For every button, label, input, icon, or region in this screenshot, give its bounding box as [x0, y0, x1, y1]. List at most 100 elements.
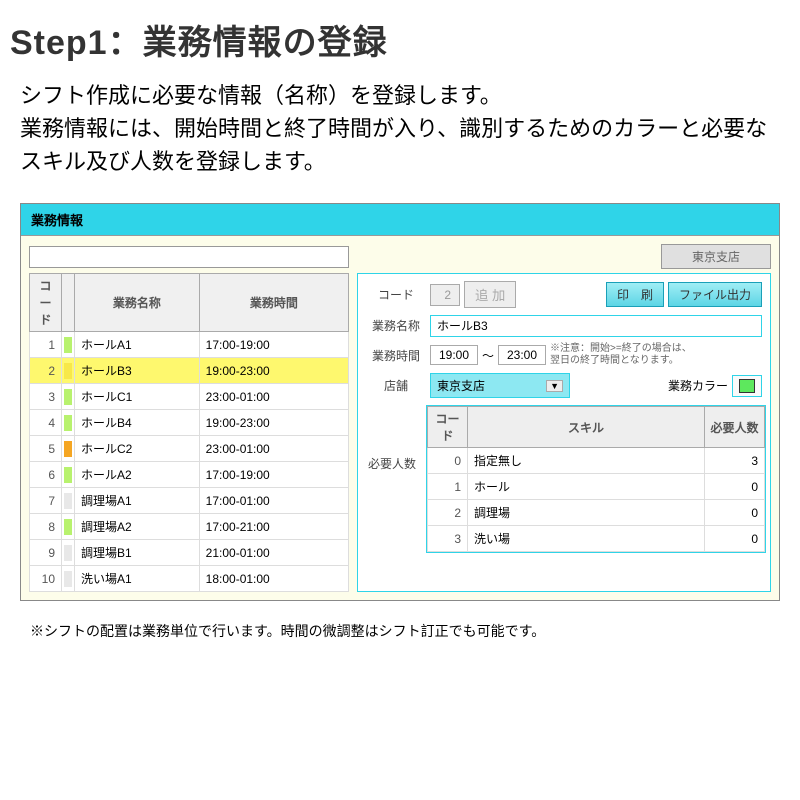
table-row[interactable]: 10 洗い場A118:00-01:00 — [30, 566, 349, 592]
cell-color — [62, 358, 75, 384]
window-title: 業務情報 — [21, 204, 779, 236]
row-store: 店舗 東京支店 ▼ 業務カラー — [362, 370, 766, 401]
cell-color — [62, 514, 75, 540]
table-row[interactable]: 7調理場A117:00-01:00 — [30, 488, 349, 514]
skill-row[interactable]: 0指定無し3 — [428, 448, 765, 474]
store-select-value: 東京支店 — [437, 377, 485, 394]
page-title: Step1：業務情報の登録 — [0, 0, 800, 74]
table-row[interactable]: 6ホールA217:00-19:00 — [30, 462, 349, 488]
label-code: コード — [366, 283, 426, 306]
col-name: 業務名称 — [75, 274, 200, 332]
left-panel: コード 業務名称 業務時間 1ホールA117:00-19:002ホールB319:… — [29, 273, 349, 592]
skill-cell-name: 洗い場 — [468, 526, 705, 552]
store-select[interactable]: 東京支店 ▼ — [430, 373, 570, 398]
table-row[interactable]: 9調理場B121:00-01:00 — [30, 540, 349, 566]
cell-time: 17:00-21:00 — [199, 514, 348, 540]
footer-note: ※シフトの配置は業務単位で行います。時間の微調整はシフト訂正でも可能です。 — [0, 601, 800, 661]
table-row[interactable]: 3ホールC123:00-01:00 — [30, 384, 349, 410]
cell-color — [62, 332, 75, 358]
skill-row[interactable]: 2調理場0 — [428, 500, 765, 526]
time-separator: ～ — [482, 347, 494, 364]
skill-cell-code: 3 — [428, 526, 468, 552]
cell-color — [62, 436, 75, 462]
label-name: 業務名称 — [366, 314, 426, 337]
file-output-button[interactable]: ファイル出力 — [668, 282, 762, 307]
row-skill: 必要人数 コード スキル 必要人数 0指定無し31ホール02調理場03洗い場0 — [362, 405, 766, 553]
cell-color — [62, 540, 75, 566]
skill-row[interactable]: 3洗い場0 — [428, 526, 765, 552]
label-color: 業務カラー — [668, 377, 728, 394]
cell-code: 10 — [30, 566, 62, 592]
cell-name: 調理場A1 — [75, 488, 200, 514]
cell-name: ホールA2 — [75, 462, 200, 488]
app-window: 業務情報 東京支店 コード 業務名称 業務時間 1ホールA117:00-19:0… — [20, 203, 780, 601]
skill-cell-count: 0 — [705, 474, 765, 500]
cell-name: ホールB4 — [75, 410, 200, 436]
title-main: 業務情報の登録 — [143, 24, 388, 62]
color-picker[interactable] — [732, 375, 762, 397]
cell-name: ホールA1 — [75, 332, 200, 358]
cell-color — [62, 566, 75, 592]
cell-code: 4 — [30, 410, 62, 436]
label-store: 店舗 — [366, 374, 426, 397]
cell-code: 2 — [30, 358, 62, 384]
cell-color — [62, 410, 75, 436]
cell-name: ホールC1 — [75, 384, 200, 410]
cell-code: 5 — [30, 436, 62, 462]
label-time: 業務時間 — [366, 344, 426, 367]
table-row[interactable]: 5 ホールC223:00-01:00 — [30, 436, 349, 462]
desc-line2: 業務情報には、開始時間と終了時間が入り、識別するためのカラーと必要なスキル及び人… — [20, 112, 780, 178]
name-input[interactable] — [430, 315, 762, 337]
cell-time: 19:00-23:00 — [199, 358, 348, 384]
time-start-input[interactable] — [430, 345, 478, 365]
cell-color — [62, 384, 75, 410]
content-area: コード 業務名称 業務時間 1ホールA117:00-19:002ホールB319:… — [21, 273, 779, 600]
skill-col-skill: スキル — [468, 407, 705, 448]
cell-time: 18:00-01:00 — [199, 566, 348, 592]
cell-time: 23:00-01:00 — [199, 384, 348, 410]
skill-cell-name: 調理場 — [468, 500, 705, 526]
col-code: コード — [30, 274, 62, 332]
cell-code: 9 — [30, 540, 62, 566]
skill-cell-name: ホール — [468, 474, 705, 500]
row-code: コード 2 追 加 印 刷 ファイル出力 — [362, 278, 766, 311]
search-input[interactable] — [29, 246, 349, 268]
skill-row[interactable]: 1ホール0 — [428, 474, 765, 500]
row-time: 業務時間 ～ ※注意：開始>=終了の場合は、 翌日の終了時間となります。 — [362, 340, 766, 370]
cell-name: 洗い場A1 — [75, 566, 200, 592]
description: シフト作成に必要な情報（名称）を登録します。 業務情報には、開始時間と終了時間が… — [0, 74, 800, 193]
cell-name: ホールB3 — [75, 358, 200, 384]
cell-name: 調理場A2 — [75, 514, 200, 540]
table-row[interactable]: 1ホールA117:00-19:00 — [30, 332, 349, 358]
cell-time: 17:00-01:00 — [199, 488, 348, 514]
cell-time: 19:00-23:00 — [199, 410, 348, 436]
col-color — [62, 274, 75, 332]
top-bar: 東京支店 — [21, 236, 779, 273]
table-row[interactable]: 2 ホールB319:00-23:00 — [30, 358, 349, 384]
right-panel: コード 2 追 加 印 刷 ファイル出力 業務名称 業務時間 ～ ※注意：開始>… — [357, 273, 771, 592]
skill-table: コード スキル 必要人数 0指定無し31ホール02調理場03洗い場0 — [427, 406, 765, 552]
cell-color — [62, 462, 75, 488]
code-value: 2 — [430, 284, 460, 306]
table-row[interactable]: 4 ホールB419:00-23:00 — [30, 410, 349, 436]
chevron-down-icon: ▼ — [546, 380, 563, 392]
table-row[interactable]: 8調理場A217:00-21:00 — [30, 514, 349, 540]
print-button[interactable]: 印 刷 — [606, 282, 664, 307]
skill-cell-count: 0 — [705, 500, 765, 526]
row-name: 業務名称 — [362, 311, 766, 340]
time-end-input[interactable] — [498, 345, 546, 365]
desc-line1: シフト作成に必要な情報（名称）を登録します。 — [20, 79, 780, 112]
skill-cell-code: 0 — [428, 448, 468, 474]
add-button[interactable]: 追 加 — [464, 281, 516, 308]
cell-color — [62, 488, 75, 514]
cell-code: 6 — [30, 462, 62, 488]
skill-cell-code: 1 — [428, 474, 468, 500]
cell-name: ホールC2 — [75, 436, 200, 462]
cell-code: 1 — [30, 332, 62, 358]
skill-cell-name: 指定無し — [468, 448, 705, 474]
skill-cell-count: 3 — [705, 448, 765, 474]
cell-time: 21:00-01:00 — [199, 540, 348, 566]
store-display-top: 東京支店 — [661, 244, 771, 269]
skill-cell-code: 2 — [428, 500, 468, 526]
cell-time: 23:00-01:00 — [199, 436, 348, 462]
